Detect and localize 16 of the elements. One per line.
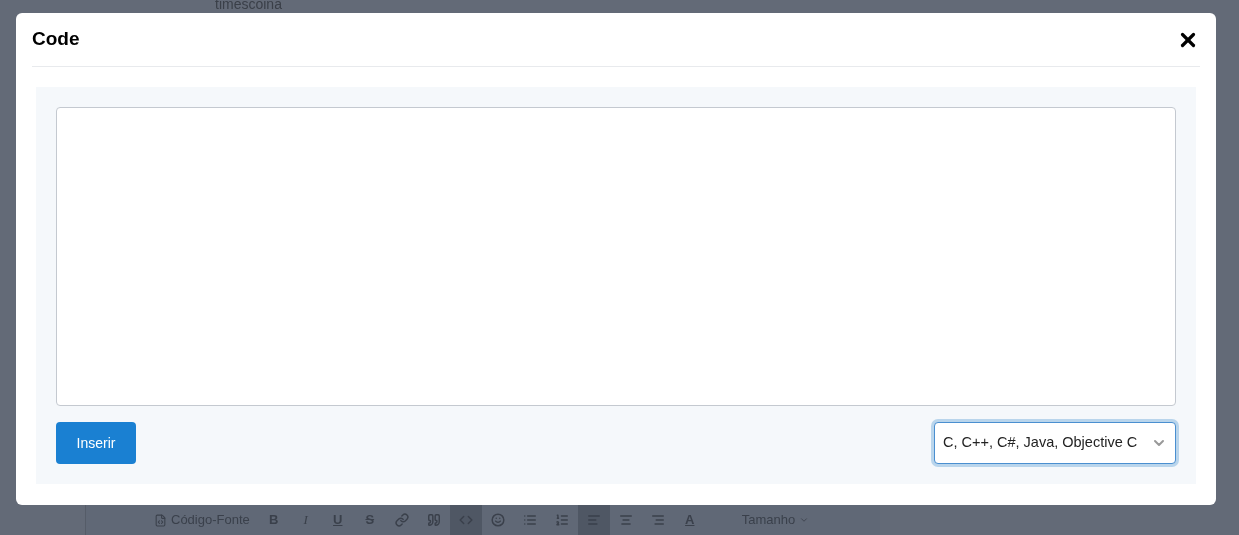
smiley-icon: [490, 513, 505, 527]
align-right-icon: [650, 513, 665, 527]
numbered-list-icon: [554, 513, 569, 527]
code-input-field[interactable]: [56, 107, 1176, 406]
align-left-button[interactable]: [577, 505, 610, 535]
code-icon: [458, 513, 473, 527]
bullet-list-icon: [522, 513, 537, 527]
align-center-icon: [618, 513, 633, 527]
caret-icon: [799, 515, 810, 525]
language-select[interactable]: C, C++, C#, Java, Objective C: [934, 422, 1176, 464]
link-icon: [394, 513, 409, 527]
code-button[interactable]: [449, 505, 482, 535]
dialog-title: Code: [32, 27, 80, 52]
quote-icon: [426, 513, 441, 527]
document-icon: [154, 513, 167, 527]
insert-button[interactable]: Inserir: [56, 422, 136, 464]
